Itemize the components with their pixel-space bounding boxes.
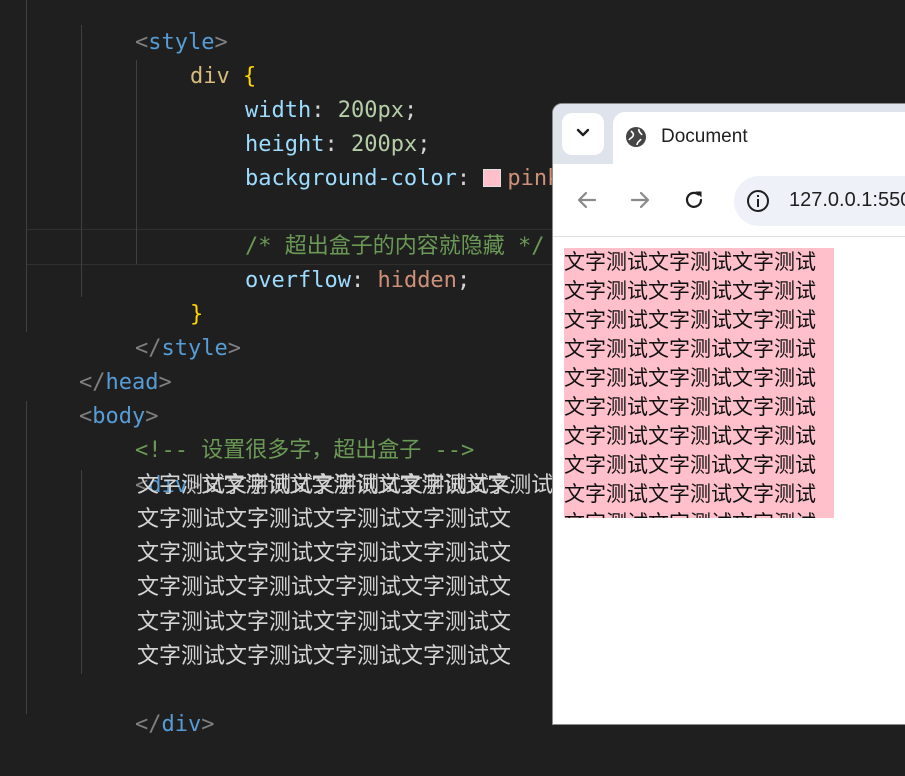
code-token: overflow: [244, 268, 351, 293]
code-token: :: [456, 166, 484, 191]
code-line-width: width: 200px;: [192, 60, 417, 123]
code-token: </: [134, 712, 162, 737]
tab-search-button[interactable]: [562, 113, 604, 155]
code-token: 文字测试文字测试文字测试文字测试文: [137, 644, 512, 669]
page-content: 文字测试文字测试文字测试 文字测试文字测试文字测试 文字测试文字测试文字测试 文…: [553, 237, 905, 724]
code-token: :: [350, 268, 378, 293]
code-line-text: 文字测试文字测试文字测试文字测试文: [137, 537, 511, 571]
code-line-text: 文字测试文字测试文字测试文字测试文: [137, 606, 511, 640]
code-line-selector: div {: [137, 26, 256, 89]
forward-button[interactable]: [626, 188, 654, 216]
box-text-line: 文字测试文字测试文字测试: [564, 308, 816, 332]
tab-title: Document: [661, 126, 748, 147]
chevron-down-icon: [576, 125, 590, 143]
code-line-body-open: <body>: [26, 366, 158, 429]
code-token: background-color: [244, 166, 457, 191]
box-text-line: 文字测试文字测试文字测试: [564, 366, 816, 390]
box-text-line: 文字测试文字测试文字测试: [564, 424, 816, 448]
reload-button[interactable]: [680, 188, 708, 216]
code-line-div-close: </div>: [82, 674, 215, 737]
code-token: 文字测试文字测试文字测试文字测试文: [137, 610, 512, 635]
arrow-left-icon: [576, 189, 598, 216]
box-text-line: 文字测试文字测试文字测试: [564, 279, 816, 303]
address-url: 127.0.0.1:5500: [789, 189, 905, 211]
box-text-line: 文字测试文字测试文字测试: [564, 482, 816, 506]
code-line-style-close: </style>: [82, 298, 241, 361]
pink-overflow-box: 文字测试文字测试文字测试 文字测试文字测试文字测试 文字测试文字测试文字测试 文…: [564, 248, 834, 518]
indent-guide: [26, 0, 27, 332]
code-token: 文字测试文字测试文字测试文字测试文: [137, 541, 512, 566]
arrow-right-icon: [629, 189, 651, 216]
back-button[interactable]: [573, 188, 601, 216]
address-bar[interactable]: 127.0.0.1:5500: [734, 176, 905, 226]
code-token: 文字测试文字测试文字测试文字测试文: [137, 507, 512, 532]
code-line-text: 文字测试文字测试文字测试文字测试文: [137, 571, 511, 605]
code-line-text: 文字测试文字测试文字测试文字测试文: [137, 640, 511, 674]
code-token: >: [158, 370, 172, 395]
code-token: div: [161, 712, 202, 737]
code-line-text: 文字测试文字测试文字测试文字测试文: [137, 469, 511, 503]
box-text-line: 文字测试文字测试文字测试: [564, 250, 816, 274]
code-line-comment: /* 超出盒子的内容就隐藏 */: [192, 196, 544, 259]
code-token: >: [201, 712, 215, 737]
code-token: ;: [456, 268, 471, 293]
code-token: >: [227, 336, 241, 361]
code-token: hidden: [377, 268, 457, 293]
tab-bar: Document: [553, 104, 905, 164]
code-line-text: 文字测试文字测试文字测试文字测试文: [137, 503, 511, 537]
color-swatch[interactable]: [483, 169, 502, 187]
browser-window: Document 127.0.0.1:5500 文字测试文字测试: [552, 103, 905, 725]
tab-document[interactable]: Document: [613, 112, 905, 164]
box-text-line: 文字测试文字测试文字测试: [564, 509, 834, 518]
browser-toolbar: 127.0.0.1:5500: [553, 164, 905, 237]
code-line-html-comment: <!-- 设置很多字，超出盒子 -->: [82, 400, 474, 463]
box-text-line: 文字测试文字测试文字测试: [564, 337, 816, 361]
reload-icon: [683, 189, 705, 216]
code-token: 文字测试文字测试文字测试文字测试文: [137, 473, 512, 498]
code-line-div-open: <div>文字测试文字测试文字测试文字测试: [82, 435, 553, 498]
code-line-style-open: <style>: [82, 0, 228, 55]
globe-icon: [625, 126, 647, 153]
code-token: 文字测试文字测试文字测试文字测试文: [137, 575, 512, 600]
box-text-line: 文字测试文字测试文字测试: [564, 395, 816, 419]
code-line-overflow: overflow: hidden;: [192, 230, 470, 293]
code-line-close-brace: }: [137, 264, 203, 327]
code-line-height: height: 200px;: [192, 94, 430, 157]
code-line-head-close: </head>: [26, 332, 172, 395]
info-icon[interactable]: [746, 189, 770, 218]
code-line-background: background-color: pink;: [192, 128, 574, 191]
box-text-line: 文字测试文字测试文字测试: [564, 453, 816, 477]
